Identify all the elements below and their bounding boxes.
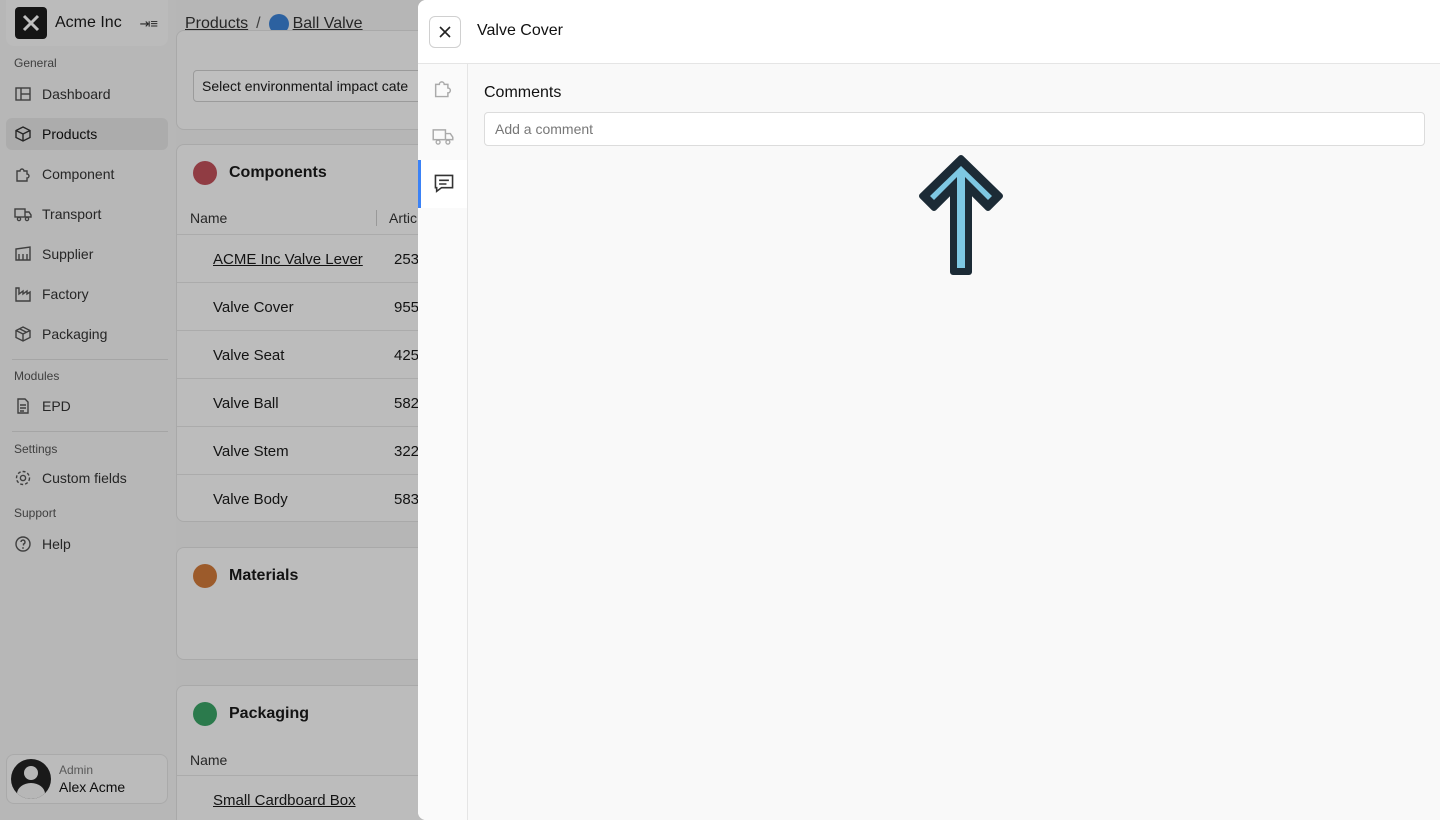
close-button[interactable] bbox=[429, 16, 461, 48]
tab-component[interactable] bbox=[418, 64, 467, 112]
close-icon bbox=[439, 26, 451, 38]
drawer-title: Valve Cover bbox=[477, 22, 563, 39]
detail-drawer: Valve Cover Comments bbox=[418, 0, 1440, 820]
arrow-up-icon bbox=[919, 155, 1003, 275]
tab-comments[interactable] bbox=[418, 160, 467, 208]
tab-transport[interactable] bbox=[418, 112, 467, 160]
comment-input[interactable] bbox=[484, 112, 1425, 146]
comments-label: Comments bbox=[484, 84, 562, 101]
puzzle-icon bbox=[434, 81, 451, 98]
drawer-header: Valve Cover bbox=[418, 0, 1440, 64]
drawer-tabs bbox=[418, 64, 468, 820]
comment-icon bbox=[434, 174, 454, 193]
truck-icon bbox=[431, 129, 454, 145]
